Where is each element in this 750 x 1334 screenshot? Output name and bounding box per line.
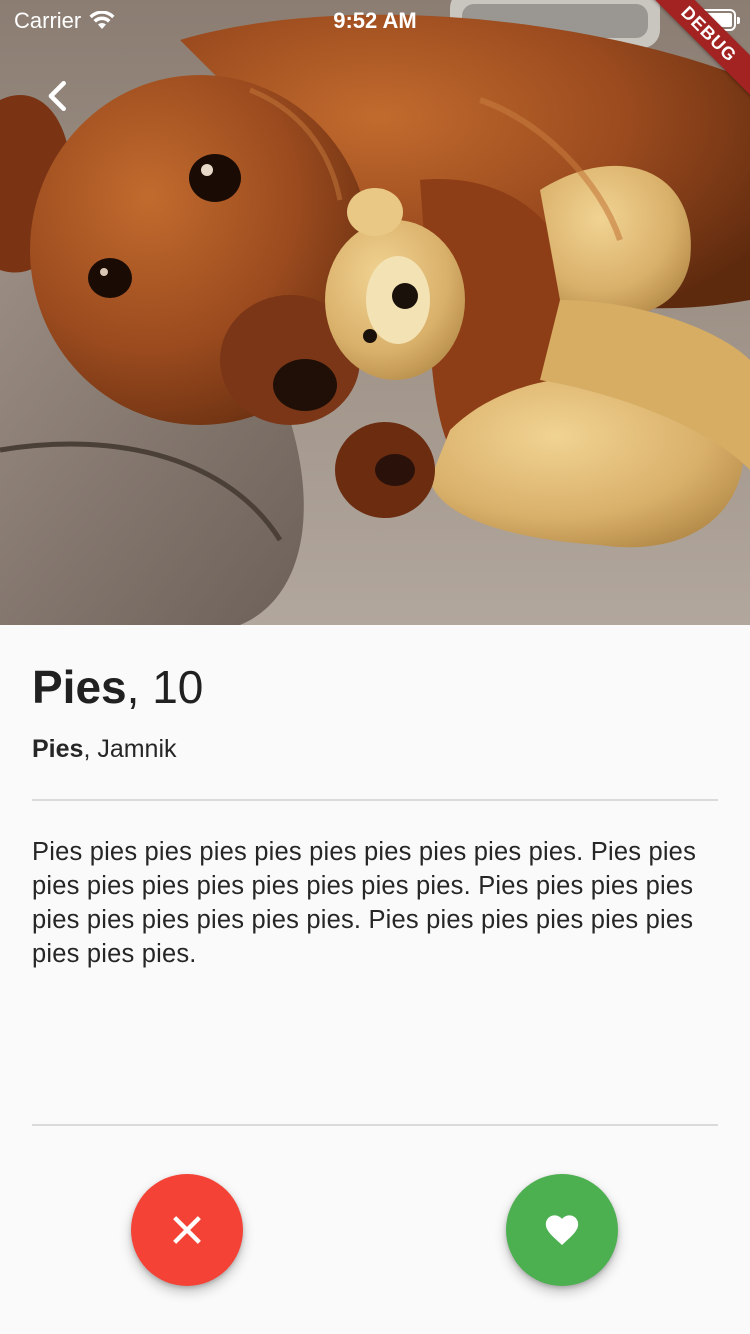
pet-detail-screen: Carrier 9:52 AM DEBUG Pies, 10 Pies, Jam… [0,0,750,1334]
pet-species-breed: Pies, Jamnik [32,733,718,765]
pet-description: Pies pies pies pies pies pies pies pies … [32,838,697,968]
dislike-button[interactable] [131,1174,243,1286]
close-icon [173,1216,201,1244]
status-time: 9:52 AM [333,8,417,33]
pet-age: , 10 [126,661,204,713]
divider [32,799,718,801]
pet-photo [0,0,750,625]
like-button[interactable] [506,1174,618,1286]
pet-name-age: Pies, 10 [32,661,718,713]
pet-photo-illustration [0,0,750,625]
divider [32,1124,718,1126]
chevron-left-icon [48,80,66,112]
pet-details: Pies, 10 Pies, Jamnik Pies pies pies pie… [32,625,718,971]
back-button[interactable] [30,68,86,124]
status-bar: Carrier 9:52 AM [0,0,750,40]
heart-icon [545,1215,579,1245]
pet-breed: , Jamnik [83,735,177,763]
pet-species: Pies [32,735,84,763]
pet-name: Pies [32,661,127,713]
